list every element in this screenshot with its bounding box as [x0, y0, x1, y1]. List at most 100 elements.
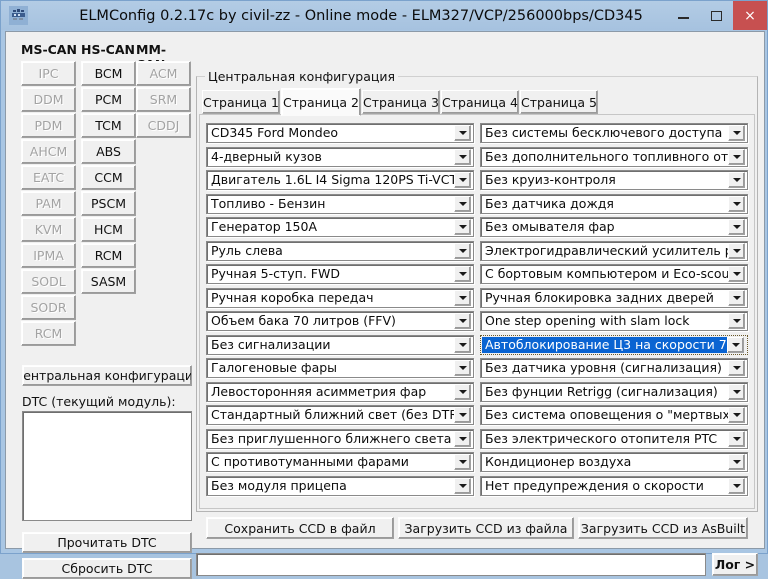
combo-left-5[interactable]: Генератор 150A — [206, 217, 474, 237]
chevron-down-icon[interactable] — [728, 407, 745, 423]
chevron-down-icon[interactable] — [728, 266, 745, 282]
combo-right-7[interactable]: С бортовым компьютером и Eco-scout — [480, 264, 748, 284]
combo-value: Кондиционер воздуха — [485, 454, 632, 469]
combo-left-11[interactable]: Галогеновые фары — [206, 358, 474, 378]
combo-right-13[interactable]: Без система оповещения о "мертвых зонах" — [480, 405, 748, 425]
chevron-down-icon[interactable] — [454, 431, 471, 447]
tab-page-3[interactable]: Страница 3 — [362, 90, 440, 114]
chevron-down-icon[interactable] — [454, 360, 471, 376]
combo-right-11[interactable]: Без датчика уровня (сигнализация) — [480, 358, 748, 378]
dtc-list[interactable] — [22, 411, 192, 521]
combo-left-6[interactable]: Руль слева — [206, 241, 474, 261]
tab-page-5[interactable]: Страница 5 — [520, 90, 598, 114]
maximize-button[interactable] — [700, 1, 733, 30]
chevron-down-icon[interactable] — [728, 431, 745, 447]
combo-right-2[interactable]: Без дополнительного топливного отопителя — [480, 147, 748, 167]
central-configuration-button[interactable]: Центральная конфигурация — [22, 365, 192, 386]
read-dtc-button[interactable]: Прочитать DTC — [22, 532, 192, 553]
combo-left-9[interactable]: Объем бака 70 литров (FFV) — [206, 311, 474, 331]
chevron-down-icon[interactable] — [454, 243, 471, 259]
combo-right-8[interactable]: Ручная блокировка задних дверей — [480, 288, 748, 308]
combo-right-9[interactable]: One step opening with slam lock — [480, 311, 748, 331]
combo-left-1[interactable]: CD345 Ford Mondeo — [206, 123, 474, 143]
can-column-header-hs-can: HS-CAN — [81, 42, 135, 57]
tab-page-2[interactable]: Страница 2 — [281, 88, 361, 116]
module-button-bcm[interactable]: BCM — [81, 61, 136, 86]
combo-right-5[interactable]: Без омывателя фар — [480, 217, 748, 237]
combo-value: Генератор 150A — [211, 219, 318, 234]
combo-left-14[interactable]: Без приглушенного ближнего света — [206, 429, 474, 449]
combo-left-3[interactable]: Двигатель 1.6L I4 Sigma 120PS Ti-VCT — [206, 170, 474, 190]
log-toggle-label: Лог > — [714, 557, 756, 572]
load-ccd-from-asbuilt-button[interactable]: Загрузить CCD из AsBuilt — [578, 517, 748, 539]
module-button-pcm[interactable]: PCM — [81, 87, 136, 112]
save-ccd-to-file-button[interactable]: Сохранить CCD в файл — [206, 517, 394, 539]
chevron-down-icon[interactable] — [454, 290, 471, 306]
chevron-down-icon[interactable] — [728, 196, 745, 212]
chevron-down-icon[interactable] — [728, 172, 745, 188]
chevron-down-icon[interactable] — [454, 149, 471, 165]
combo-left-15[interactable]: С противотуманными фарами — [206, 452, 474, 472]
load-ccd-from-file-button[interactable]: Загрузить CCD из файла — [398, 517, 574, 539]
combo-right-4[interactable]: Без датчика дождя — [480, 194, 748, 214]
chevron-down-icon[interactable] — [728, 243, 745, 259]
combo-right-12[interactable]: Без фунции Retrigg (сигнализация) — [480, 382, 748, 402]
chevron-down-icon[interactable] — [728, 219, 745, 235]
tab-page-4[interactable]: Страница 4 — [441, 90, 519, 114]
combo-right-16[interactable]: Нет предупреждения о скорости — [480, 476, 748, 496]
module-button-label: SASM — [90, 274, 127, 289]
chevron-down-icon[interactable] — [728, 125, 745, 141]
chevron-down-icon[interactable] — [728, 149, 745, 165]
chevron-down-icon[interactable] — [454, 219, 471, 235]
chevron-down-icon[interactable] — [728, 478, 745, 494]
chevron-down-icon[interactable] — [454, 384, 471, 400]
combo-left-10[interactable]: Без сигнализации — [206, 335, 474, 355]
chevron-down-icon[interactable] — [728, 360, 745, 376]
minimize-button[interactable] — [667, 1, 700, 30]
chevron-down-icon[interactable] — [727, 337, 744, 353]
chevron-down-icon[interactable] — [454, 478, 471, 494]
combo-left-4[interactable]: Топливо - Бензин — [206, 194, 474, 214]
combo-value: Без датчика уровня (сигнализация) — [485, 360, 722, 375]
combo-left-7[interactable]: Ручная 5-ступ. FWD — [206, 264, 474, 284]
module-button-pscm[interactable]: PSCM — [81, 191, 136, 216]
combo-left-13[interactable]: Стандартный ближний свет (без DTRL) — [206, 405, 474, 425]
log-toggle-button[interactable]: Лог > — [712, 553, 758, 576]
chevron-down-icon[interactable] — [728, 313, 745, 329]
combo-left-8[interactable]: Ручная коробка передач — [206, 288, 474, 308]
log-input[interactable] — [196, 553, 706, 576]
window-title: ELMConfig 0.2.17c by civil-zz - Online m… — [79, 7, 643, 24]
module-button-hcm[interactable]: HCM — [81, 217, 136, 242]
chevron-down-icon[interactable] — [454, 125, 471, 141]
chevron-down-icon[interactable] — [454, 172, 471, 188]
module-button-ccm[interactable]: CCM — [81, 165, 136, 190]
combo-value: Ручная коробка передач — [211, 290, 374, 305]
combo-left-12[interactable]: Левосторонняя асимметрия фар — [206, 382, 474, 402]
chevron-down-icon[interactable] — [454, 337, 471, 353]
combo-left-16[interactable]: Без модуля прицепа — [206, 476, 474, 496]
tab-page-1[interactable]: Страница 1 — [202, 90, 280, 114]
module-button-sasm[interactable]: SASM — [81, 269, 136, 294]
chevron-down-icon[interactable] — [728, 454, 745, 470]
reset-dtc-button[interactable]: Сбросить DTC — [22, 558, 192, 579]
combo-right-14[interactable]: Без электрического отопителя PTC — [480, 429, 748, 449]
combo-right-3[interactable]: Без круиз-контроля — [480, 170, 748, 190]
module-button-label: IPC — [38, 66, 59, 81]
close-button[interactable]: × — [733, 1, 767, 30]
combo-right-10[interactable]: Автоблокирование Ц3 на скорости 7 км/ч — [480, 335, 748, 355]
chevron-down-icon[interactable] — [454, 196, 471, 212]
module-button-rcm[interactable]: RCM — [81, 243, 136, 268]
combo-right-15[interactable]: Кондиционер воздуха — [480, 452, 748, 472]
chevron-down-icon[interactable] — [454, 266, 471, 282]
chevron-down-icon[interactable] — [454, 454, 471, 470]
combo-right-6[interactable]: Электрогидравлический усилитель руля — [480, 241, 748, 261]
chevron-down-icon[interactable] — [454, 313, 471, 329]
module-button-cddj: CDDJ — [136, 113, 191, 138]
combo-left-2[interactable]: 4-дверный кузов — [206, 147, 474, 167]
chevron-down-icon[interactable] — [454, 407, 471, 423]
combo-right-1[interactable]: Без системы бесключевого доступа — [480, 123, 748, 143]
chevron-down-icon[interactable] — [728, 290, 745, 306]
module-button-abs[interactable]: ABS — [81, 139, 136, 164]
module-button-tcm[interactable]: TCM — [81, 113, 136, 138]
chevron-down-icon[interactable] — [728, 384, 745, 400]
